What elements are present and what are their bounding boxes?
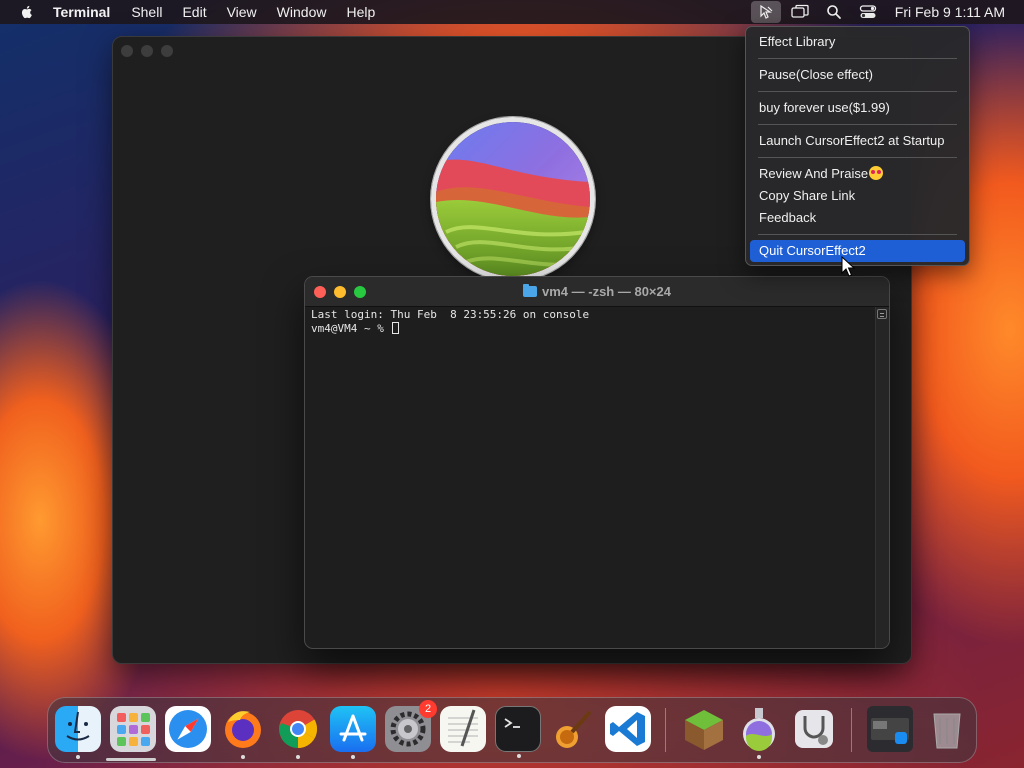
finder-icon — [66, 711, 90, 741]
textedit-icon — [448, 709, 478, 747]
folder-icon — [523, 284, 537, 297]
dock-app-store[interactable] — [330, 706, 376, 759]
terminal-prompt: vm4@VM4 ~ % — [311, 322, 391, 335]
mouse-pointer-icon — [841, 256, 855, 277]
dock-terminal[interactable] — [495, 706, 541, 758]
chrome-icon — [279, 710, 318, 749]
terminal-titlebar[interactable]: vm4 — -zsh — 80×24 — [305, 277, 889, 307]
menu-help[interactable]: Help — [346, 4, 375, 20]
firefox-icon — [225, 711, 261, 748]
terminal-scrollbar[interactable] — [875, 307, 889, 648]
dock-textedit[interactable] — [440, 706, 486, 752]
dock-safari[interactable] — [165, 706, 211, 752]
inactive-minimize-button[interactable] — [141, 45, 153, 57]
window-thumbnail-icon — [871, 718, 909, 744]
minimize-button[interactable] — [334, 286, 346, 298]
terminal-prompt-line: vm4@VM4 ~ % — [311, 322, 869, 336]
trash-icon — [933, 713, 961, 749]
apple-logo-icon[interactable] — [19, 4, 35, 20]
dock-trash[interactable] — [924, 706, 970, 752]
menu-separator — [758, 157, 957, 158]
terminal-title-text: vm4 — -zsh — 80×24 — [542, 284, 671, 299]
dock: 2 — [47, 697, 977, 763]
dock-garageband[interactable] — [550, 706, 596, 752]
dock-macos-installer[interactable] — [736, 706, 782, 759]
safari-compass-icon — [169, 710, 207, 748]
dock-finder[interactable] — [55, 706, 101, 759]
app-store-icon — [339, 714, 367, 742]
terminal-prompt-icon — [504, 718, 520, 728]
launchpad-grid-icon — [117, 713, 150, 746]
menu-shell[interactable]: Shell — [131, 4, 162, 20]
dock-system-settings[interactable]: 2 — [385, 700, 437, 752]
running-indicator — [241, 755, 245, 759]
menu-bar-clock[interactable]: Fri Feb 9 1:11 AM — [895, 4, 1005, 20]
grass-block-icon — [685, 710, 723, 750]
menu-item-pause[interactable]: Pause(Close effect) — [750, 64, 965, 86]
inactive-zoom-button[interactable] — [161, 45, 173, 57]
menu-item-feedback[interactable]: Feedback — [750, 207, 965, 229]
terminal-window[interactable]: vm4 — -zsh — 80×24 Last login: Thu Feb 8… — [304, 276, 890, 649]
cursor-effect-menu: Effect Library Pause(Close effect) buy f… — [745, 26, 970, 266]
menu-separator — [758, 91, 957, 92]
dock-visual-studio-code[interactable] — [605, 706, 651, 752]
split-pane-icon[interactable] — [877, 309, 887, 319]
status-area: Fri Feb 9 1:11 AM — [750, 0, 1024, 24]
guitar-icon — [556, 710, 592, 748]
installer-flask-icon — [743, 708, 775, 751]
running-indicator — [296, 755, 300, 759]
menu-item-launch-at-startup[interactable]: Launch CursorEffect2 at Startup — [750, 130, 965, 152]
terminal-output[interactable]: Last login: Thu Feb 8 23:55:26 on consol… — [305, 307, 875, 648]
running-indicator — [76, 755, 80, 759]
macos-sonoma-logo — [431, 117, 595, 281]
menu-edit[interactable]: Edit — [182, 4, 206, 20]
dock-recent-apps[interactable] — [867, 706, 913, 752]
screen-mirror-icon[interactable] — [785, 1, 815, 23]
inactive-close-button[interactable] — [121, 45, 133, 57]
notification-badge: 2 — [419, 700, 437, 718]
dock-disk-utility[interactable] — [791, 706, 837, 752]
dock-minecraft[interactable] — [681, 706, 727, 752]
text-cursor — [392, 322, 400, 334]
menu-item-review-and-praise[interactable]: Review And Praise — [750, 163, 965, 185]
menu-item-copy-share-link[interactable]: Copy Share Link — [750, 185, 965, 207]
background-window-controls — [121, 45, 173, 57]
window-controls — [314, 286, 366, 298]
menu-item-effect-library[interactable]: Effect Library — [750, 31, 965, 53]
zoom-button[interactable] — [354, 286, 366, 298]
dock-google-chrome[interactable] — [275, 706, 321, 759]
menu-window[interactable]: Window — [277, 4, 327, 20]
terminal-title: vm4 — -zsh — 80×24 — [523, 284, 671, 299]
dock-firefox[interactable] — [220, 706, 266, 759]
menu-separator — [758, 124, 957, 125]
menu-item-buy-forever[interactable]: buy forever use($1.99) — [750, 97, 965, 119]
running-indicator — [351, 755, 355, 759]
terminal-line-last-login: Last login: Thu Feb 8 23:55:26 on consol… — [311, 308, 590, 321]
spotlight-search-icon[interactable] — [819, 1, 849, 23]
cursor-effect-icon[interactable] — [750, 1, 781, 23]
vscode-icon — [610, 712, 645, 746]
menu-view[interactable]: View — [227, 4, 257, 20]
menu-separator — [758, 58, 957, 59]
menu-bar: Terminal Shell Edit View Window Help Fri… — [0, 0, 1024, 24]
menu-separator — [758, 234, 957, 235]
dock-scroll-indicator — [106, 758, 156, 761]
running-indicator — [757, 755, 761, 759]
dock-launchpad[interactable] — [110, 706, 156, 752]
stethoscope-icon — [795, 710, 833, 748]
dock-separator — [665, 708, 666, 752]
review-and-praise-label: Review And Praise — [759, 166, 869, 181]
menu-item-quit[interactable]: Quit CursorEffect2 — [750, 240, 965, 262]
dock-separator — [851, 708, 852, 752]
close-button[interactable] — [314, 286, 326, 298]
control-center-icon[interactable] — [853, 1, 883, 23]
menu-app-name[interactable]: Terminal — [53, 4, 110, 20]
heart-eyes-emoji-icon — [869, 166, 884, 180]
running-indicator — [517, 754, 521, 758]
